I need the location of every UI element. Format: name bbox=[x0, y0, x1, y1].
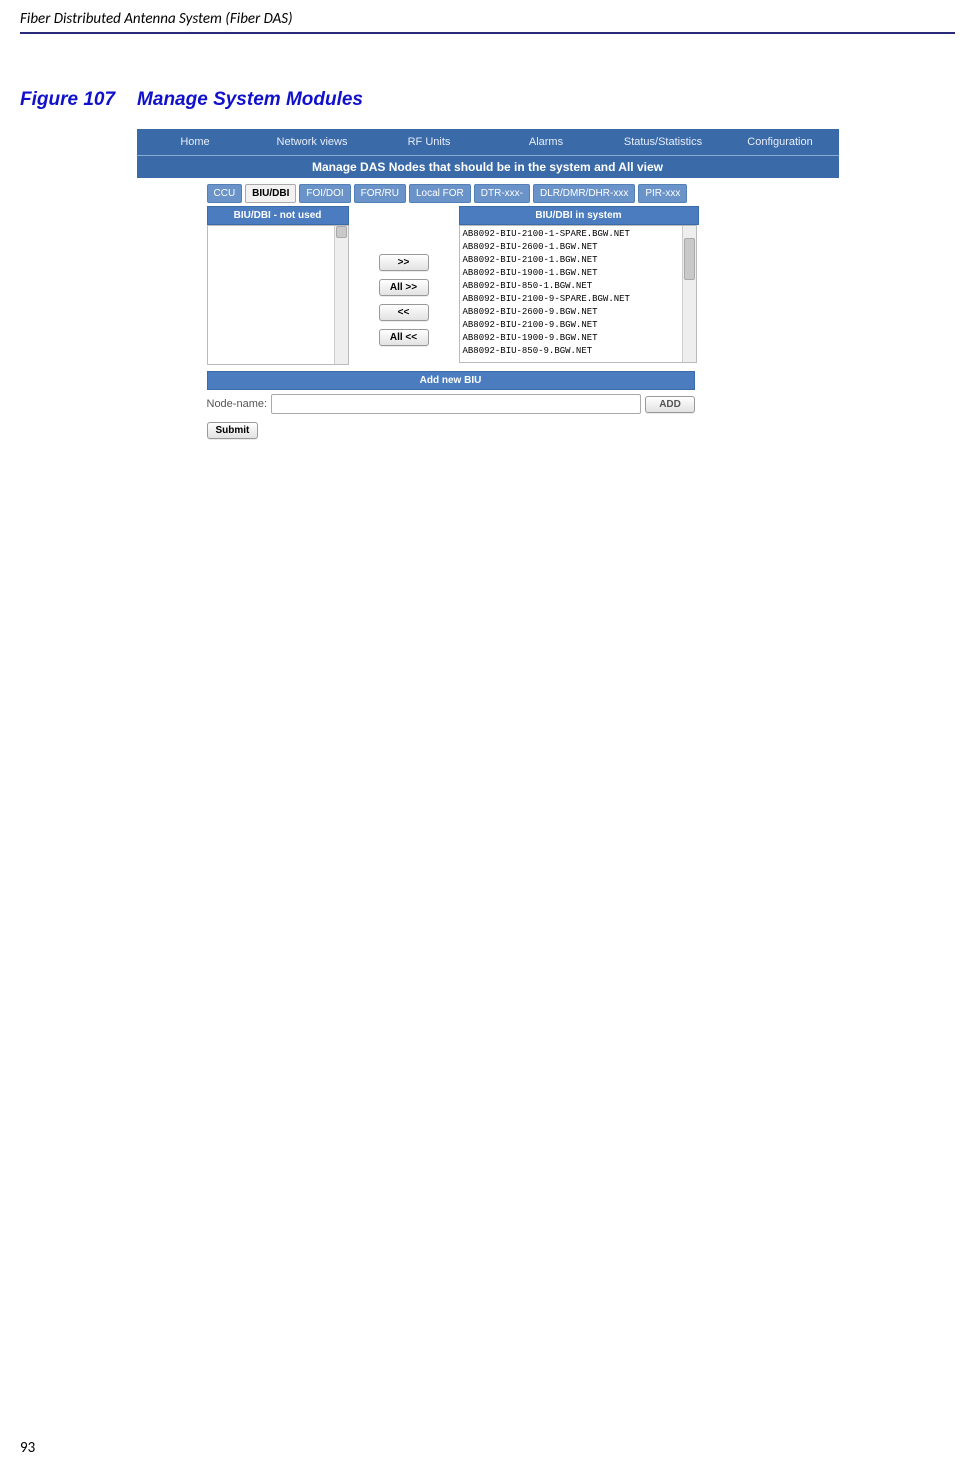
add-section-header: Add new BIU bbox=[207, 371, 695, 390]
list-item[interactable]: AB8092-BIU-850-9.BGW.NET bbox=[463, 345, 693, 358]
tab-for-ru[interactable]: FOR/RU bbox=[354, 184, 406, 203]
panel-header-not-used: BIU/DBI - not used bbox=[207, 206, 349, 225]
list-item[interactable]: AB8092-BIU-2600-9.BGW.NET bbox=[463, 306, 693, 319]
banner: Manage DAS Nodes that should be in the s… bbox=[137, 155, 839, 178]
scrollbar-left[interactable] bbox=[334, 226, 348, 364]
list-item[interactable]: AB8092-BIU-1900-9.BGW.NET bbox=[463, 332, 693, 345]
submit-button[interactable]: Submit bbox=[207, 422, 259, 439]
nav-home[interactable]: Home bbox=[137, 130, 254, 154]
all-right-button[interactable]: All >> bbox=[379, 279, 429, 296]
listbox-in-system[interactable]: AB8092-BIU-2100-1-SPARE.BGW.NET AB8092-B… bbox=[459, 225, 697, 363]
scrollbar-thumb[interactable] bbox=[336, 226, 347, 238]
tab-pir[interactable]: PIR-xxx bbox=[638, 184, 687, 203]
move-right-button[interactable]: >> bbox=[379, 254, 429, 271]
tab-dtr[interactable]: DTR-xxx- bbox=[474, 184, 530, 203]
move-buttons: >> All >> << All << bbox=[349, 225, 459, 365]
nav-status[interactable]: Status/Statistics bbox=[605, 130, 722, 154]
tab-local-for[interactable]: Local FOR bbox=[409, 184, 471, 203]
scrollbar-right[interactable] bbox=[682, 226, 696, 362]
document-header: Fiber Distributed Antenna System (Fiber … bbox=[20, 10, 955, 34]
figure-caption: Figure 107 Manage System Modules bbox=[20, 89, 955, 111]
tab-foi-doi[interactable]: FOI/DOI bbox=[299, 184, 350, 203]
panel-header-in-system: BIU/DBI in system bbox=[459, 206, 699, 225]
tab-biu-dbi[interactable]: BIU/DBI bbox=[245, 184, 296, 203]
figure-label: Figure 107 bbox=[20, 89, 115, 110]
tab-row: CCU BIU/DBI FOI/DOI FOR/RU Local FOR DTR… bbox=[137, 178, 839, 203]
list-item[interactable]: AB8092-BIU-1900-1.BGW.NET bbox=[463, 267, 693, 280]
nav-alarms[interactable]: Alarms bbox=[488, 130, 605, 154]
list-item[interactable]: AB8092-BIU-2100-9-SPARE.BGW.NET bbox=[463, 293, 693, 306]
list-item[interactable]: AB8092-BIU-2600-1.BGW.NET bbox=[463, 241, 693, 254]
node-name-input[interactable] bbox=[271, 394, 641, 414]
tab-dlr[interactable]: DLR/DMR/DHR-xxx bbox=[533, 184, 635, 203]
nav-config[interactable]: Configuration bbox=[722, 130, 839, 154]
top-nav: Home Network views RF Units Alarms Statu… bbox=[137, 129, 839, 155]
listbox-not-used[interactable] bbox=[207, 225, 349, 365]
figure-title: Manage System Modules bbox=[137, 89, 363, 110]
list-item[interactable]: AB8092-BIU-2100-1-SPARE.BGW.NET bbox=[463, 228, 693, 241]
nav-rf-units[interactable]: RF Units bbox=[371, 130, 488, 154]
nav-network-views[interactable]: Network views bbox=[254, 130, 371, 154]
node-name-label: Node-name: bbox=[207, 398, 268, 410]
list-item[interactable]: AB8092-BIU-850-1.BGW.NET bbox=[463, 280, 693, 293]
page-number: 93 bbox=[20, 1439, 35, 1457]
all-left-button[interactable]: All << bbox=[379, 329, 429, 346]
list-item[interactable]: AB8092-BIU-2100-9.BGW.NET bbox=[463, 319, 693, 332]
list-item[interactable]: AB8092-BIU-2100-1.BGW.NET bbox=[463, 254, 693, 267]
move-left-button[interactable]: << bbox=[379, 304, 429, 321]
add-button[interactable]: ADD bbox=[645, 396, 695, 413]
tab-ccu[interactable]: CCU bbox=[207, 184, 243, 203]
screenshot: Home Network views RF Units Alarms Statu… bbox=[137, 129, 839, 439]
scrollbar-thumb[interactable] bbox=[684, 238, 695, 280]
